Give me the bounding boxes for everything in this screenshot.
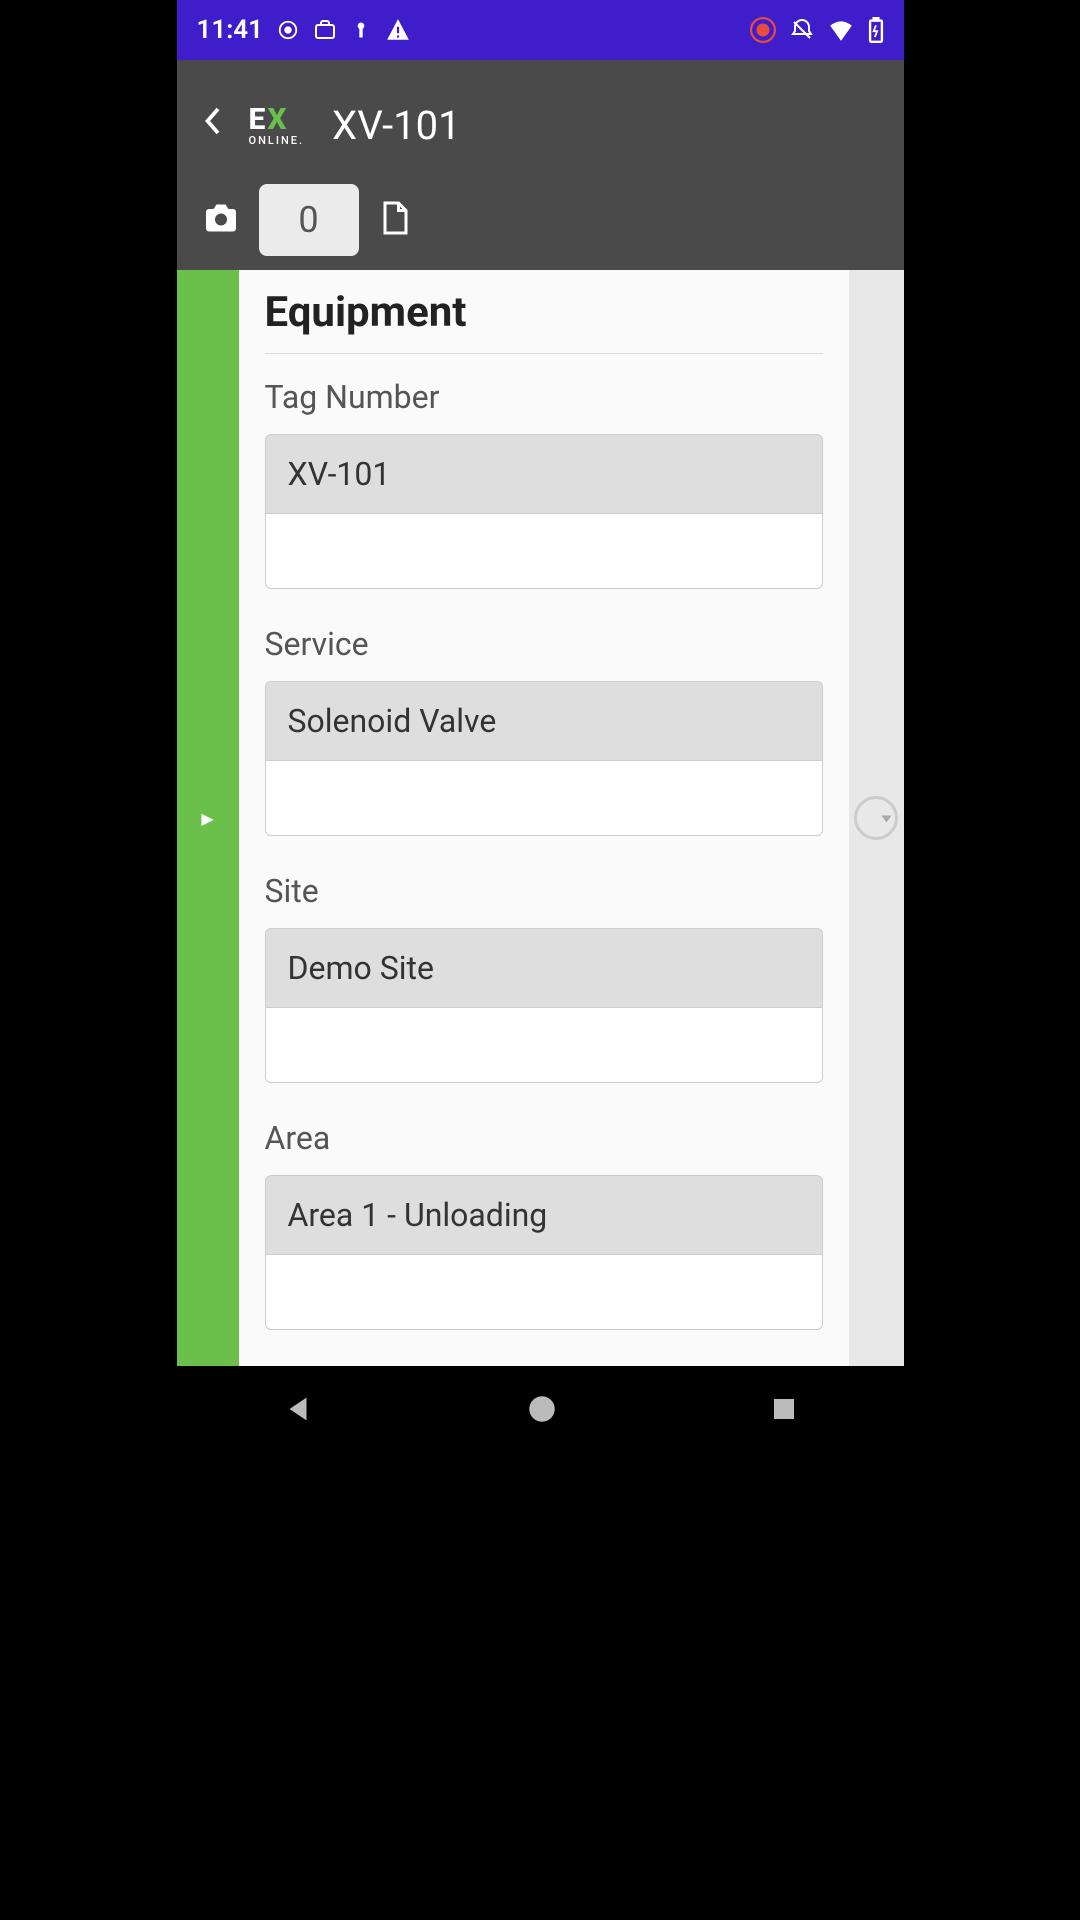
battery-icon — [868, 17, 884, 43]
status-time: 11:41 — [197, 15, 264, 45]
toolbar: 0 — [177, 170, 904, 270]
loading-spinner-icon — [854, 796, 898, 840]
page-title: XV-101 — [332, 102, 461, 149]
logo-bottom: ONLINE. — [249, 135, 305, 146]
nav-back-button[interactable] — [281, 1392, 315, 1430]
chevron-right-icon: ▶ — [201, 809, 213, 828]
content-area: ▶ Equipment Tag Number XV-101 Service So… — [177, 270, 904, 1366]
target-icon — [277, 19, 299, 41]
nav-recents-button[interactable] — [769, 1394, 799, 1428]
mute-icon — [790, 18, 814, 42]
logo-top: EX — [249, 105, 289, 135]
field-area: Area Area 1 - Unloading — [265, 1119, 823, 1330]
warning-icon — [385, 17, 411, 43]
nav-home-button[interactable] — [525, 1392, 559, 1430]
right-rail — [849, 270, 904, 1366]
status-bar: 11:41 — [177, 0, 904, 60]
service-readonly: Solenoid Valve — [265, 681, 823, 760]
form-column[interactable]: Equipment Tag Number XV-101 Service Sole… — [239, 270, 849, 1366]
tag-readonly: XV-101 — [265, 434, 823, 513]
tag-label: Tag Number — [265, 378, 823, 416]
tag-input[interactable] — [265, 513, 823, 589]
title-row: EX ONLINE. XV-101 — [177, 80, 904, 170]
field-site: Site Demo Site — [265, 872, 823, 1083]
wifi-icon — [828, 19, 854, 41]
briefcase-icon — [313, 18, 337, 42]
app-header: EX ONLINE. XV-101 0 — [177, 60, 904, 270]
android-nav-bar — [177, 1366, 904, 1456]
counter-box[interactable]: 0 — [259, 184, 359, 256]
document-button[interactable] — [379, 200, 409, 240]
site-readonly: Demo Site — [265, 928, 823, 1007]
service-input[interactable] — [265, 760, 823, 836]
service-label: Service — [265, 625, 823, 663]
counter-value: 0 — [298, 199, 318, 241]
app-logo: EX ONLINE. — [249, 105, 305, 146]
section-title: Equipment — [265, 288, 823, 354]
site-label: Site — [265, 872, 823, 910]
area-input[interactable] — [265, 1254, 823, 1330]
field-service: Service Solenoid Valve — [265, 625, 823, 836]
logo-e: E — [249, 105, 268, 135]
back-button[interactable] — [203, 106, 221, 144]
status-left: 11:41 — [197, 15, 412, 45]
lock-icon — [351, 18, 371, 42]
left-rail-toggle[interactable]: ▶ — [177, 270, 239, 1366]
logo-x: X — [267, 105, 288, 135]
record-icon — [750, 17, 776, 43]
site-input[interactable] — [265, 1007, 823, 1083]
field-tag: Tag Number XV-101 — [265, 378, 823, 589]
camera-button[interactable] — [203, 202, 239, 238]
status-right — [750, 17, 884, 43]
area-label: Area — [265, 1119, 823, 1157]
area-readonly: Area 1 - Unloading — [265, 1175, 823, 1254]
